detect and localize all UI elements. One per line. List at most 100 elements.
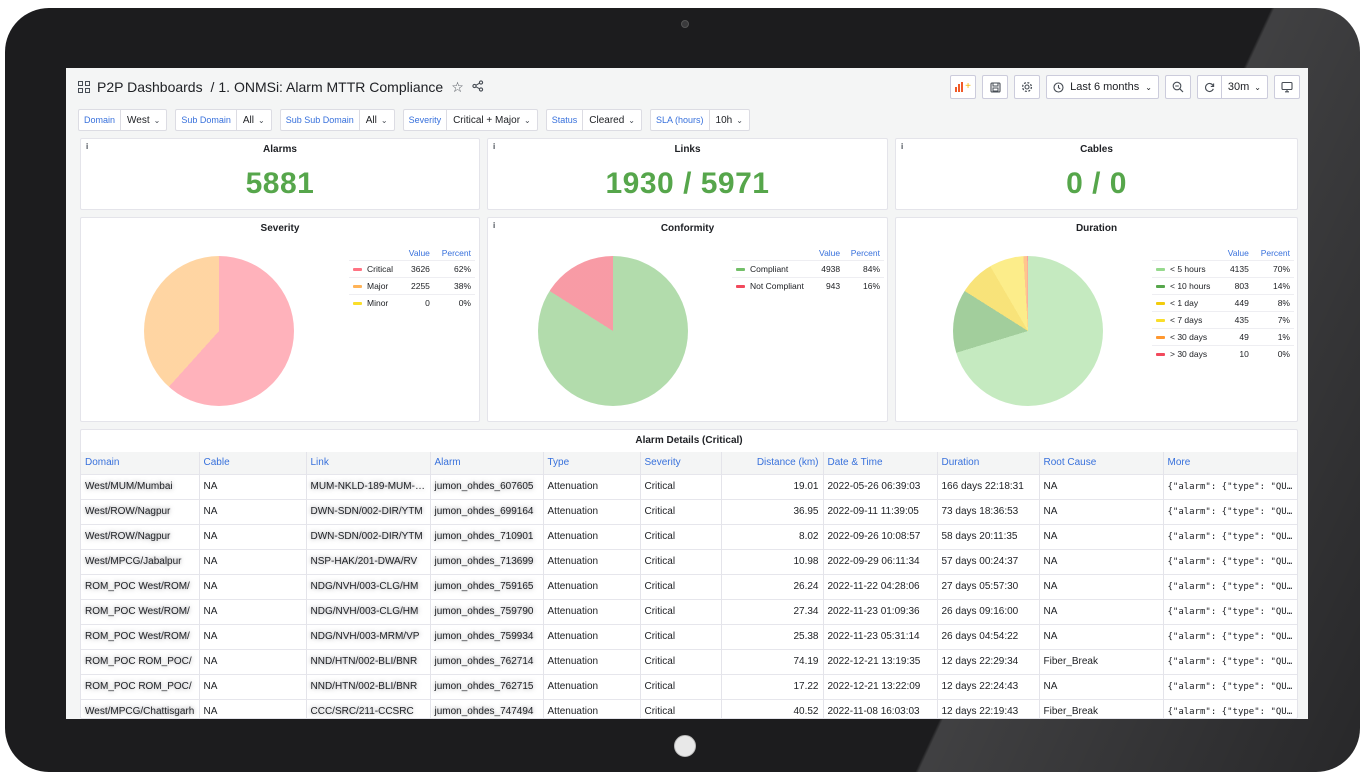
variable-dropdown[interactable]: All ⌄: [359, 109, 395, 131]
legend-series[interactable]: Minor: [349, 294, 402, 311]
legend-percent-header[interactable]: Percent: [434, 246, 475, 261]
variable-dropdown[interactable]: Critical + Major ⌄: [447, 109, 538, 131]
dashboards-grid-icon[interactable]: [78, 81, 90, 93]
legend-percent-header[interactable]: Percent: [1253, 246, 1294, 261]
legend-value-header[interactable]: Value: [402, 246, 434, 261]
legend-header: Value Percent: [349, 246, 475, 261]
zoom-out-button[interactable]: [1164, 75, 1191, 99]
column-header-severity[interactable]: Severity: [640, 452, 722, 474]
legend-series[interactable]: < 7 days: [1152, 311, 1221, 329]
legend-series[interactable]: Critical: [349, 260, 402, 278]
legend-series[interactable]: Major: [349, 277, 402, 295]
legend-series[interactable]: Compliant: [732, 260, 814, 278]
column-header-root-cause[interactable]: Root Cause: [1039, 452, 1164, 474]
variable-dropdown[interactable]: West ⌄: [121, 109, 168, 131]
variable-label[interactable]: Sub Sub Domain: [279, 109, 360, 131]
variable-label[interactable]: Domain: [78, 109, 122, 131]
refresh-picker[interactable]: 30m ⌄: [1196, 75, 1268, 99]
cables-stat-panel[interactable]: i Cables 0 / 0: [895, 138, 1298, 210]
legend-series[interactable]: < 10 hours: [1152, 277, 1221, 295]
column-header-type[interactable]: Type: [543, 452, 641, 474]
refresh-button[interactable]: [1198, 76, 1222, 98]
duration-pie-chart[interactable]: [953, 256, 1103, 406]
table-cell-date-time: 2022-12-21 13:22:09: [823, 673, 938, 699]
severity-pie-panel[interactable]: Severity Value Percent Critical 3626 62% Majo…: [80, 217, 480, 422]
column-header-duration[interactable]: Duration: [937, 452, 1040, 474]
severity-pie-chart[interactable]: [144, 256, 294, 406]
table-row[interactable]: West/MPCG/Jabalpur NA NSP-HAK/201-DWA/RV ju…: [81, 548, 1297, 574]
legend-item[interactable]: < 1 day 449 8%: [1152, 294, 1294, 312]
column-header-alarm[interactable]: Alarm: [430, 452, 544, 474]
legend-item[interactable]: Compliant 4938 84%: [732, 260, 884, 278]
variable-label[interactable]: Severity: [402, 109, 448, 131]
table-cell-duration: 12 days 22:24:43: [937, 673, 1040, 699]
column-header-date-time[interactable]: Date & Time: [823, 452, 938, 474]
legend-item[interactable]: Critical 3626 62%: [349, 260, 475, 278]
legend-value-header[interactable]: Value: [813, 246, 844, 261]
legend-item[interactable]: < 7 days 435 7%: [1152, 311, 1294, 329]
share-icon[interactable]: [472, 79, 484, 95]
variable-dropdown[interactable]: 10h ⌄: [709, 109, 750, 131]
table-row[interactable]: ROM_POC ROM_POC/NA NND/HTN/002-BLI/BNR jum…: [81, 673, 1297, 699]
column-header-domain[interactable]: Domain: [81, 452, 200, 474]
table-row[interactable]: ROM_POC West/ROM/NA NDG/NVH/003-MRM/VP jum…: [81, 623, 1297, 649]
save-dashboard-button[interactable]: [982, 75, 1009, 99]
links-stat-panel[interactable]: i Links 1930 / 5971: [487, 138, 888, 210]
add-panel-button[interactable]: +: [950, 75, 977, 99]
conformity-pie-panel[interactable]: i Conformity Value Percent Compliant 4938 84…: [487, 217, 888, 422]
legend-percent-header[interactable]: Percent: [844, 246, 884, 261]
column-header-distance-km[interactable]: Distance (km): [721, 452, 824, 474]
legend-item[interactable]: Not Compliant 943 16%: [732, 277, 884, 294]
alarms-stat-panel[interactable]: i Alarms 5881: [80, 138, 480, 210]
legend-item[interactable]: Major 2255 38%: [349, 277, 475, 295]
legend-percent: 84%: [844, 260, 884, 278]
legend-item[interactable]: < 30 days 49 1%: [1152, 328, 1294, 346]
variable-label[interactable]: Sub Domain: [175, 109, 237, 131]
table-cell-severity: Critical: [640, 673, 722, 699]
breadcrumb-root[interactable]: P2P Dashboards: [97, 79, 203, 95]
refresh-interval: 30m: [1227, 81, 1250, 93]
legend-series[interactable]: Not Compliant: [732, 277, 814, 294]
legend-name-header[interactable]: [732, 246, 813, 261]
legend-item[interactable]: > 30 days 10 0%: [1152, 345, 1294, 362]
legend-item[interactable]: < 5 hours 4135 70%: [1152, 260, 1294, 278]
table-row[interactable]: West/MPCG/Chattisgarh NA CCC/SRC/211-CCSRC…: [81, 698, 1297, 718]
dashboard-settings-button[interactable]: [1014, 75, 1041, 99]
legend-series[interactable]: > 30 days: [1152, 345, 1221, 362]
legend-item[interactable]: Minor 0 0%: [349, 294, 475, 311]
table-row[interactable]: ROM_POC ROM_POC/NA NND/HTN/002-BLI/BNR jum…: [81, 648, 1297, 674]
column-header-cable[interactable]: Cable: [199, 452, 307, 474]
variable-label[interactable]: Status: [545, 109, 584, 131]
variable-label[interactable]: SLA (hours): [650, 109, 710, 131]
table-row[interactable]: West/ROW/Nagpur NA DWN-SDN/002-DIR/YTM jumo…: [81, 523, 1297, 549]
legend-value-header[interactable]: Value: [1221, 246, 1253, 261]
legend-name-header[interactable]: [349, 246, 402, 261]
home-button[interactable]: [674, 735, 696, 757]
variable-dropdown[interactable]: Cleared ⌄: [583, 109, 642, 131]
table-row[interactable]: ROM_POC West/ROM/NA NDG/NVH/003-CLG/HM jum…: [81, 598, 1297, 624]
table-row[interactable]: ROM_POC West/ROM/NA NDG/NVH/003-CLG/HM jum…: [81, 573, 1297, 599]
legend-series[interactable]: < 5 hours: [1152, 260, 1221, 278]
legend-item[interactable]: < 10 hours 803 14%: [1152, 277, 1294, 295]
conformity-pie-chart[interactable]: [538, 256, 688, 406]
legend-swatch: [1156, 302, 1165, 306]
legend-name-header[interactable]: [1152, 246, 1221, 261]
panel-title: Conformity: [660, 223, 715, 234]
page-title[interactable]: 1. ONMSi: Alarm MTTR Compliance: [218, 79, 443, 95]
variable-dropdown[interactable]: All ⌄: [236, 109, 272, 131]
legend-series[interactable]: < 1 day: [1152, 294, 1221, 312]
time-range-picker[interactable]: Last 6 months ⌄: [1046, 75, 1159, 99]
table-cell-more: {"alarm": {"type": "QUA…: [1163, 523, 1297, 549]
legend-value: 449: [1220, 294, 1253, 312]
legend-swatch: [353, 285, 362, 289]
star-icon[interactable]: ☆: [451, 79, 464, 96]
duration-pie-panel[interactable]: Duration Value Percent < 5 hours 4135 70% < 1…: [895, 217, 1298, 422]
column-header-link[interactable]: Link: [306, 452, 431, 474]
column-header-more[interactable]: More: [1163, 452, 1297, 474]
table-row[interactable]: West/ROW/Nagpur NA DWN-SDN/002-DIR/YTM jumo…: [81, 498, 1297, 524]
legend-header: Value Percent: [1152, 246, 1294, 261]
view-mode-button[interactable]: [1274, 75, 1300, 99]
stat-value: 1930 / 5971: [605, 167, 770, 200]
legend-series[interactable]: < 30 days: [1152, 328, 1221, 346]
table-row[interactable]: West/MUM/Mumbai NA MUM-NKLD-189-MUM-CL jumo…: [81, 473, 1297, 499]
